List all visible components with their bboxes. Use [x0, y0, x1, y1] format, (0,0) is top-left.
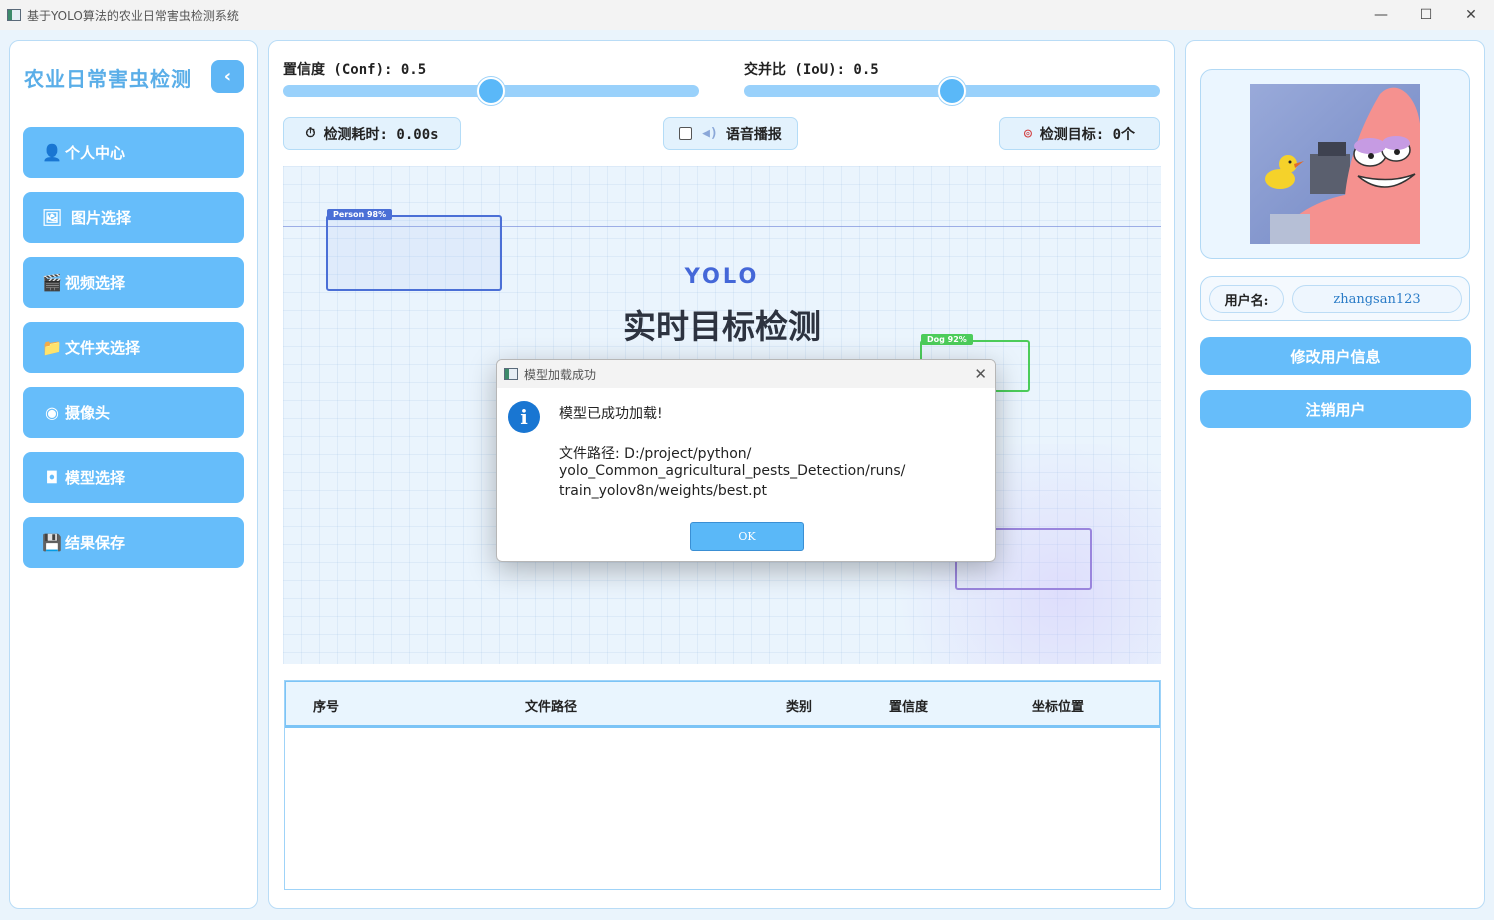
window-titlebar: 基于YOLO算法的农业日常害虫检测系统 — ☐ ✕ — [0, 0, 1494, 30]
col-class: 类别 — [786, 700, 813, 715]
username-row: 用户名: zhangsan123 — [1200, 276, 1470, 321]
nav-label: 摄像头 — [65, 404, 111, 422]
nav-video-select[interactable]: 🎬 视频选择 — [23, 257, 244, 308]
nav-label: 结果保存 — [65, 534, 126, 552]
detection-time-text: 检测耗时: 0.00s — [323, 126, 439, 143]
person-tag: Person 98% — [327, 209, 393, 220]
dialog-app-icon — [504, 368, 518, 380]
avatar-illustration — [1250, 84, 1420, 244]
conf-label: 置信度 (Conf): 0.5 — [283, 62, 427, 78]
nav-label: 模型选择 — [65, 469, 126, 487]
voice-broadcast-chip[interactable]: ◀) 语音播报 — [663, 117, 798, 150]
stopwatch-icon: ⏱ — [305, 126, 316, 141]
iou-slider-thumb[interactable] — [938, 77, 966, 105]
floppy-icon: 💾 — [42, 533, 62, 552]
iou-label: 交并比 (IoU): 0.5 — [744, 62, 879, 78]
sidebar: 农业日常害虫检测 ‹ 👤 个人中心 🖼 图片选择 🎬 视频选择 📁 文件夹选择 … — [9, 40, 258, 909]
dialog-message: 模型已成功加载! — [559, 406, 663, 422]
voice-broadcast-label: 语音播报 — [725, 126, 782, 143]
nav-folder-select[interactable]: 📁 文件夹选择 — [23, 322, 244, 373]
nav-label: 文件夹选择 — [65, 339, 141, 357]
clapperboard-icon: 🎬 — [42, 273, 62, 292]
username-value: zhangsan123 — [1292, 285, 1462, 313]
model-loaded-dialog: 模型加载成功 ✕ i 模型已成功加载! 文件路径: D:/project/pyt… — [496, 359, 996, 562]
dialog-path-line-3: train_yolov8n/weights/best.pt — [559, 483, 767, 499]
user-icon: 👤 — [42, 143, 62, 162]
robot-icon: ◘ — [45, 468, 59, 487]
dialog-ok-button[interactable]: OK — [690, 522, 804, 551]
info-icon: i — [508, 401, 540, 433]
close-window-button[interactable]: ✕ — [1448, 0, 1494, 30]
nav-label: 图片选择 — [71, 209, 132, 227]
dialog-close-icon[interactable]: ✕ — [974, 365, 987, 383]
minimize-button[interactable]: — — [1358, 0, 1404, 30]
col-index: 序号 — [313, 700, 340, 715]
nav-personal-center[interactable]: 👤 个人中心 — [23, 127, 244, 178]
folder-icon: 📁 — [42, 338, 62, 357]
maximize-button[interactable]: ☐ — [1403, 0, 1449, 30]
image-icon: 🖼 — [41, 208, 63, 227]
detected-targets-text: 检测目标: 0个 — [1039, 126, 1136, 143]
sidebar-title: 农业日常害虫检测 — [24, 67, 192, 91]
voice-broadcast-checkbox[interactable] — [679, 127, 693, 140]
preview-brand: YOLO — [684, 264, 760, 288]
dialog-title: 模型加载成功 — [524, 367, 597, 382]
preview-headline: 实时目标检测 — [623, 307, 821, 346]
nav-model-select[interactable]: ◘ 模型选择 — [23, 452, 244, 503]
table-header: 序号 文件路径 类别 置信度 坐标位置 — [285, 681, 1160, 728]
username-label: 用户名: — [1209, 285, 1284, 313]
webcam-icon: ◉ — [45, 403, 59, 422]
results-table: 序号 文件路径 类别 置信度 坐标位置 — [284, 680, 1161, 890]
dialog-path-line-1: 文件路径: D:/project/python/ — [559, 446, 752, 462]
avatar-frame — [1200, 69, 1470, 259]
detected-targets-chip: ◎ 检测目标: 0个 — [999, 117, 1160, 150]
dialog-path-line-2: yolo_Common_agricultural_pests_Detection… — [559, 463, 906, 479]
nav-camera[interactable]: ◉ 摄像头 — [23, 387, 244, 438]
logout-button[interactable]: 注销用户 — [1200, 390, 1471, 428]
edit-user-button[interactable]: 修改用户信息 — [1200, 337, 1471, 375]
col-confidence: 置信度 — [889, 700, 929, 715]
detection-time-chip: ⏱ 检测耗时: 0.00s — [283, 117, 461, 150]
nav-image-select[interactable]: 🖼 图片选择 — [23, 192, 244, 243]
col-file-path: 文件路径 — [525, 700, 578, 715]
collapse-sidebar-button[interactable]: ‹ — [211, 60, 244, 93]
target-icon: ◎ — [1023, 126, 1032, 141]
nav-save-results[interactable]: 💾 结果保存 — [23, 517, 244, 568]
nav-label: 个人中心 — [65, 144, 126, 162]
app-icon — [7, 9, 21, 21]
avatar[interactable] — [1250, 84, 1420, 244]
conf-slider-thumb[interactable] — [477, 77, 505, 105]
dialog-titlebar: 模型加载成功 ✕ — [497, 360, 995, 388]
window-title: 基于YOLO算法的农业日常害虫检测系统 — [27, 8, 239, 23]
user-panel: 用户名: zhangsan123 修改用户信息 注销用户 — [1185, 40, 1485, 909]
nav-label: 视频选择 — [65, 274, 126, 292]
speaker-icon: ◀) — [702, 126, 718, 141]
col-coordinates: 坐标位置 — [1032, 700, 1085, 715]
